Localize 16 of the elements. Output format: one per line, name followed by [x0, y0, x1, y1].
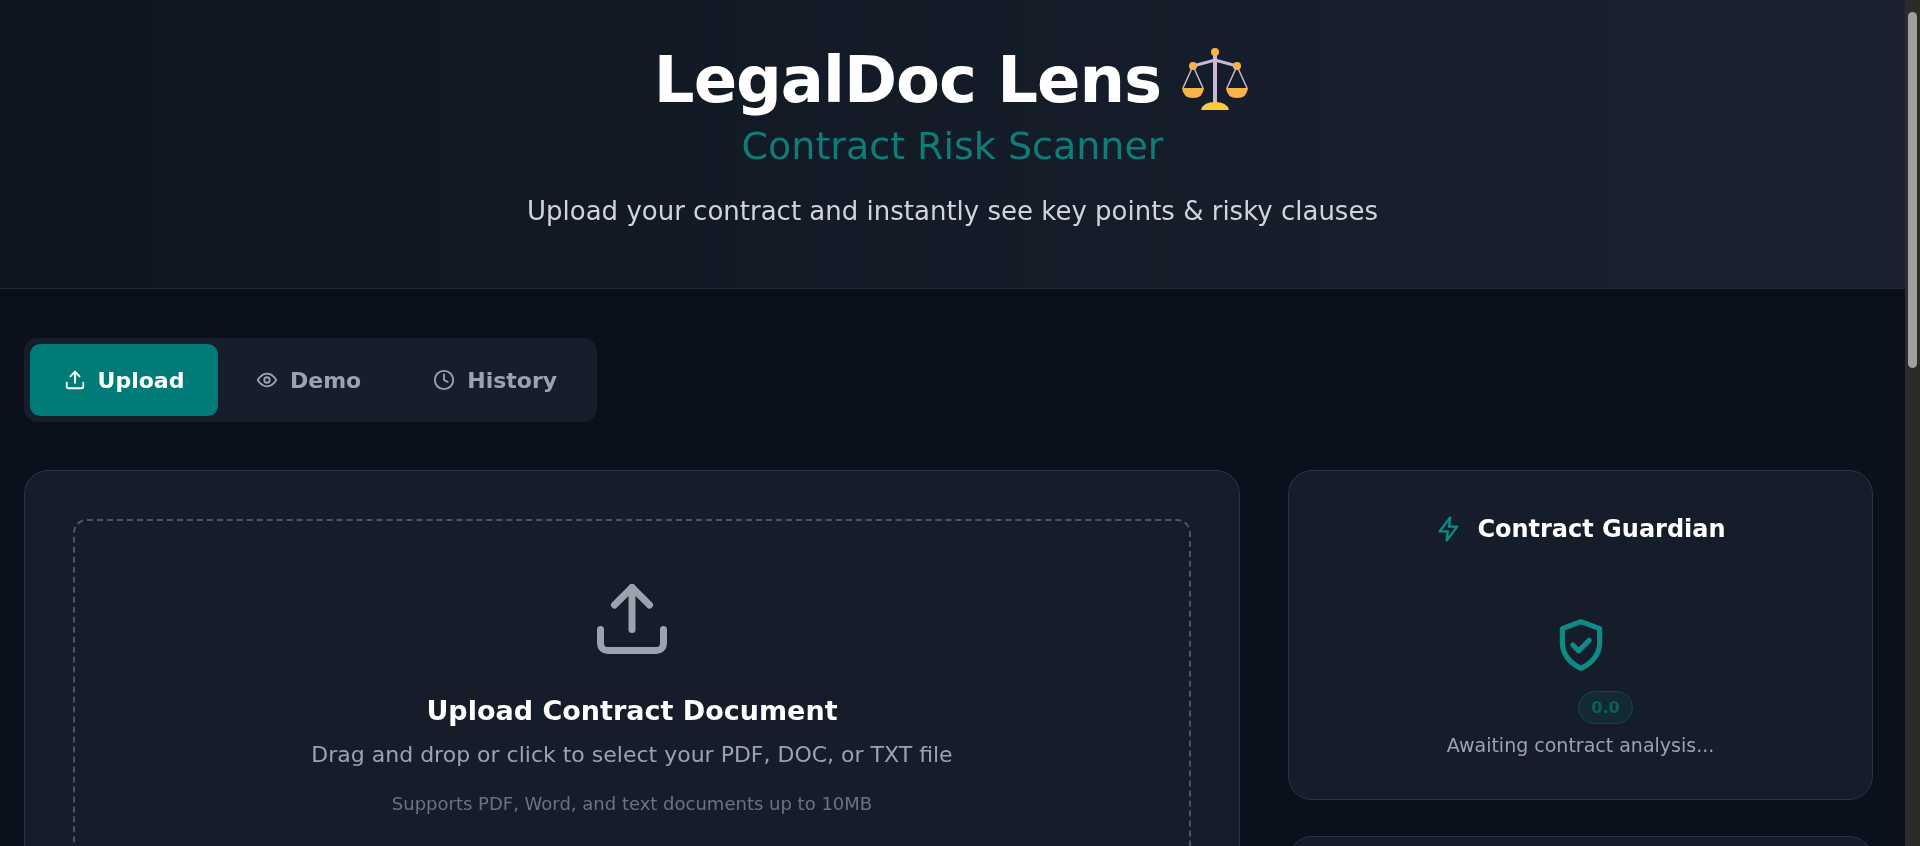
app-subtitle: Contract Risk Scanner [741, 123, 1164, 170]
upload-description: Drag and drop or click to select your PDF, DOC, or TXT file [311, 742, 953, 767]
scrollbar-thumb[interactable] [1908, 12, 1917, 368]
clock-icon [433, 369, 456, 391]
app-title: LegalDoc Lens [653, 42, 1162, 119]
drop-zone[interactable]: Upload Contract Document Drag and drop or click to select your PDF, DOC, or TXT file Supports PDF, Word, and text documents up to 10MB [73, 519, 1191, 846]
tab[interactable]: History [399, 344, 592, 416]
upload-note: Supports PDF, Word, and text documents up to 10MB [391, 793, 873, 814]
upload-icon [63, 369, 86, 391]
guardian-title: Contract Guardian [1477, 515, 1726, 543]
tab[interactable]: Upload [30, 344, 218, 416]
tagline: Upload your contract and instantly see key points & risky clauses [527, 196, 1378, 226]
upload-title: Upload Contract Document [426, 695, 838, 726]
scrollbar[interactable] [1905, 0, 1920, 846]
tab[interactable]: Demo [222, 344, 396, 416]
guardian-status: Awaiting contract analysis... [1446, 734, 1715, 756]
